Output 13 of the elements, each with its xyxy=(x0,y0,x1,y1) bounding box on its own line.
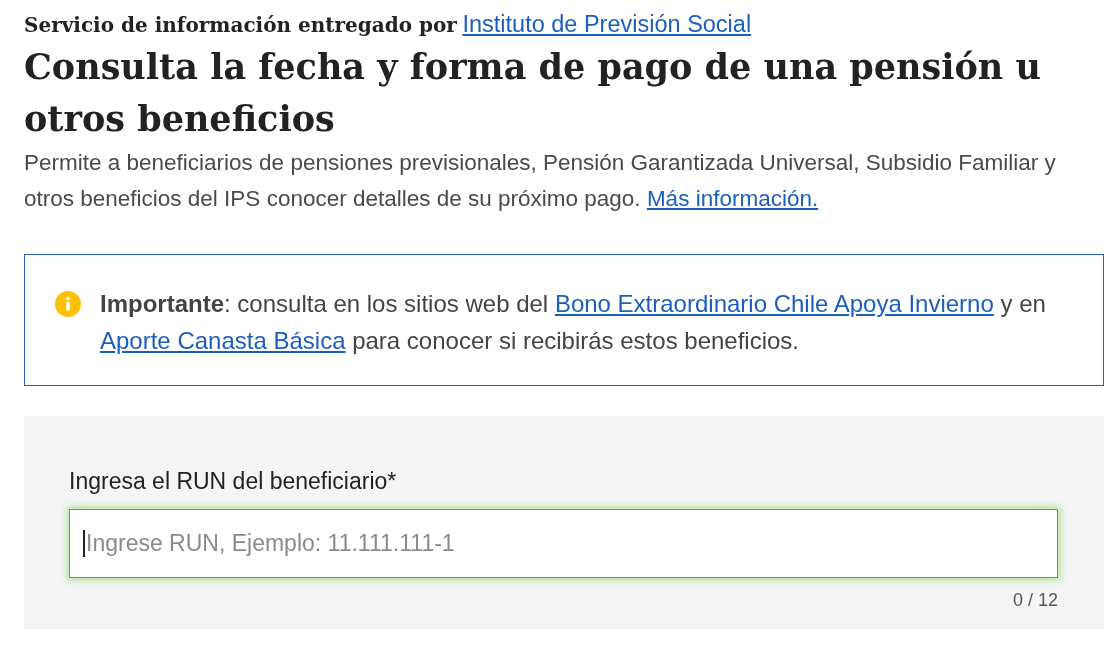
run-input-field[interactable]: Ingrese RUN, Ejemplo: 11.111.111-1 xyxy=(69,509,1058,578)
provider-link[interactable]: Instituto de Previsión Social xyxy=(462,11,752,37)
description-text: Permite a beneficiarios de pensiones previsionales, Pensión Garantizada Universal, Subsidio Familiar y otros beneficios del IPS conocer detalles de su próximo pago. Más información. xyxy=(24,149,1057,213)
more-info-link[interactable]: Más información. xyxy=(646,186,819,211)
notice-text: Importante: consulta en los sitios web del Bono Extraordinario Chile Apoya Invierno y en Aporte Canasta Básica para conocer si recibirás estos beneficios. xyxy=(100,289,1047,356)
provider-line: Servicio de información entregado por Instituto de Previsión Social xyxy=(24,10,753,39)
notice-link[interactable]: Aporte Canasta Básica xyxy=(100,327,346,354)
info-icon xyxy=(55,291,81,317)
text-cursor-icon xyxy=(83,530,85,557)
notice-link[interactable]: Bono Extraordinario Chile Apoya Invierno xyxy=(554,290,994,317)
char-counter: 0 / 12 xyxy=(1011,589,1058,612)
field-label: Ingresa el RUN del beneficiario* xyxy=(69,467,398,496)
page-title: Consulta la fecha y forma de pago de una pensión u otros beneficios xyxy=(24,45,1042,141)
